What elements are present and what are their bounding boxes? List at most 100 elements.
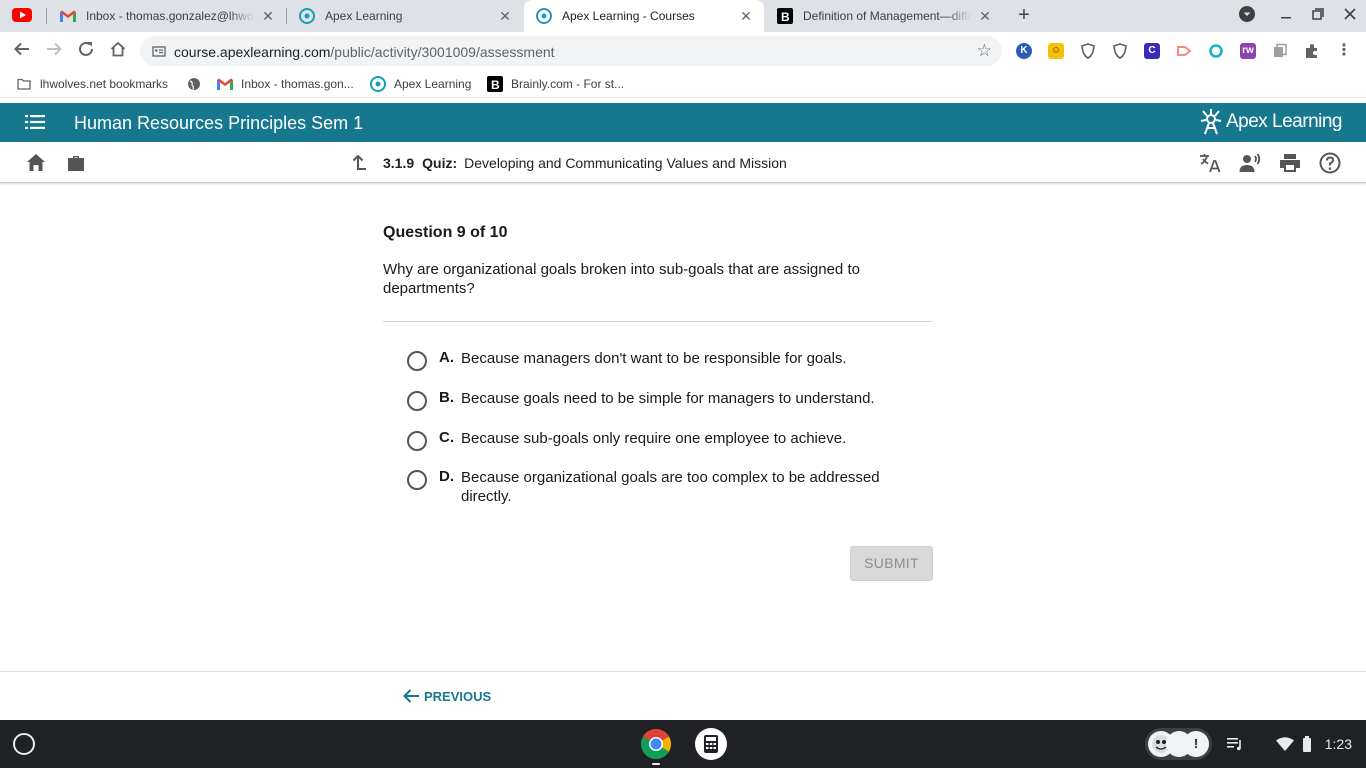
tab-title: Definition of Management—different defin… (803, 9, 971, 23)
svg-text:B: B (781, 10, 790, 24)
url-path: /public/activity/3001009/assessment (330, 44, 555, 60)
tab-definition-of-management[interactable]: B Definition of Management—different def… (765, 0, 1003, 32)
extensions-puzzle-icon[interactable] (1304, 43, 1320, 59)
extension-shield-icon[interactable] (1112, 43, 1128, 59)
extension-c-icon[interactable]: C (1144, 43, 1160, 59)
extension-smiley-icon[interactable]: ☺ (1048, 43, 1064, 59)
tab-search-button[interactable] (1237, 6, 1257, 26)
chrome-app-icon[interactable] (640, 728, 672, 760)
browser-menu-icon[interactable]: ⋮ (1336, 43, 1352, 59)
activity-bar: 3.1.9 Quiz: Developing and Communicating… (0, 142, 1366, 183)
translate-icon[interactable] (1198, 151, 1222, 175)
radio-button[interactable] (407, 470, 427, 490)
minimize-icon (1281, 17, 1291, 19)
tab-separator (46, 8, 47, 24)
text-to-speech-icon[interactable] (1238, 151, 1262, 175)
back-button[interactable] (11, 40, 33, 62)
choice-text: Because goals need to be simple for mana… (461, 390, 875, 407)
bookmark-star-icon[interactable]: ☆ (977, 41, 992, 61)
apex-logo-icon (1200, 109, 1222, 135)
bookmark-folder-lhwolves[interactable]: lhwolves.net bookmarks (16, 76, 168, 92)
apex-learning-logo: Apex Learning (1200, 109, 1343, 135)
bookmark-label: Inbox - thomas.gon... (241, 77, 354, 91)
alert-notification-icon[interactable]: ! (1183, 731, 1209, 757)
footer-navigation: PREVIOUS (0, 671, 1366, 720)
submit-button[interactable]: SUBMIT (850, 546, 933, 581)
browser-toolbar: course.apexlearning.com/public/activity/… (0, 32, 1366, 70)
os-shelf: ! 1:23 (0, 720, 1366, 768)
bookmark-globe[interactable] (186, 76, 210, 92)
tab-gmail-inbox[interactable]: Inbox - thomas.gonzalez@lhwolves.net ✕ (48, 0, 286, 32)
hamburger-menu-icon[interactable] (25, 115, 45, 129)
minimize-window-button[interactable] (1276, 6, 1296, 26)
radio-button[interactable] (407, 351, 427, 371)
gmail-icon (60, 8, 76, 24)
close-tab-icon[interactable]: ✕ (497, 8, 513, 24)
bookmark-label: Apex Learning (394, 77, 472, 91)
apex-learning-icon (536, 8, 552, 24)
bookmark-apex-learning[interactable]: Apex Learning (370, 76, 471, 92)
activity-breadcrumb: 3.1.9 Quiz: Developing and Communicating… (383, 155, 787, 171)
choice-letter: B. (439, 389, 454, 406)
brainly-icon: B (487, 76, 503, 92)
folder-icon (16, 76, 32, 92)
course-title: Human Resources Principles Sem 1 (74, 113, 364, 133)
system-status-area[interactable]: 1:23 (1224, 728, 1354, 760)
radio-button[interactable] (407, 431, 427, 451)
arrow-right-icon (47, 42, 62, 56)
choice-letter: A. (439, 349, 454, 366)
radio-button[interactable] (407, 391, 427, 411)
svg-text:B: B (491, 78, 500, 92)
forward-button[interactable] (43, 40, 65, 62)
tab-title: Apex Learning - Courses (562, 9, 695, 23)
bookmark-label: Brainly.com - For st... (511, 77, 625, 91)
new-tab-button[interactable]: + (1014, 5, 1034, 26)
notification-tray[interactable]: ! (1145, 728, 1212, 760)
close-tab-icon[interactable]: ✕ (977, 8, 993, 24)
close-tab-icon[interactable]: ✕ (738, 8, 754, 24)
close-window-button[interactable] (1340, 6, 1360, 26)
choice-text: Because sub-goals only require one emplo… (461, 430, 847, 447)
extension-rw-icon[interactable]: rw (1240, 43, 1256, 59)
youtube-pinned-tab[interactable] (12, 8, 40, 24)
bookmark-brainly[interactable]: B Brainly.com - For st... (487, 76, 624, 92)
up-level-arrow-icon[interactable] (346, 151, 370, 175)
extension-copy-icon[interactable] (1272, 43, 1288, 59)
briefcase-icon[interactable] (64, 151, 88, 175)
tab-apex-learning[interactable]: Apex Learning ✕ (287, 0, 523, 32)
choice-letter: C. (439, 429, 454, 446)
calculator-app-icon[interactable] (695, 728, 727, 760)
wifi-icon (1276, 737, 1294, 751)
extension-shield-icon[interactable] (1080, 43, 1096, 59)
tab-apex-learning-courses[interactable]: Apex Learning - Courses ✕ (524, 0, 764, 32)
help-icon[interactable] (1318, 151, 1342, 175)
answer-choice-b[interactable]: B. Because goals need to be simple for m… (407, 389, 927, 411)
arrow-left-icon (403, 689, 419, 703)
extension-ring-icon[interactable] (1208, 43, 1224, 59)
question-heading: Question 9 of 10 (383, 224, 508, 241)
close-tab-icon[interactable]: ✕ (260, 8, 276, 24)
print-icon[interactable] (1278, 151, 1302, 175)
previous-button[interactable]: PREVIOUS (402, 688, 491, 704)
choice-text: Because managers don't want to be respon… (461, 350, 847, 367)
answer-choice-c[interactable]: C. Because sub-goals only require one em… (407, 429, 927, 451)
reload-button[interactable] (75, 40, 97, 62)
arrow-left-icon (14, 42, 29, 56)
extension-k-icon[interactable]: K (1016, 43, 1032, 59)
launcher-button[interactable] (13, 733, 35, 755)
answer-choice-d[interactable]: D. Because organizational goals are too … (407, 468, 927, 506)
answer-choice-a[interactable]: A. Because managers don't want to be res… (407, 349, 927, 371)
home-button[interactable] (107, 40, 129, 62)
extension-dictation-icon[interactable] (1176, 43, 1192, 59)
active-app-indicator (652, 763, 660, 765)
site-info-icon[interactable] (152, 44, 166, 58)
bookmarks-bar: lhwolves.net bookmarks Inbox - thomas.go… (0, 70, 1366, 98)
bookmark-gmail-inbox[interactable]: Inbox - thomas.gon... (217, 76, 354, 92)
home-icon[interactable] (24, 151, 48, 175)
close-icon (1344, 8, 1356, 20)
gmail-icon (217, 76, 233, 92)
course-header: Human Resources Principles Sem 1 Apex Le… (0, 103, 1366, 142)
home-icon (110, 41, 126, 57)
restore-window-button[interactable] (1308, 6, 1328, 26)
address-bar[interactable]: course.apexlearning.com/public/activity/… (140, 36, 1002, 66)
